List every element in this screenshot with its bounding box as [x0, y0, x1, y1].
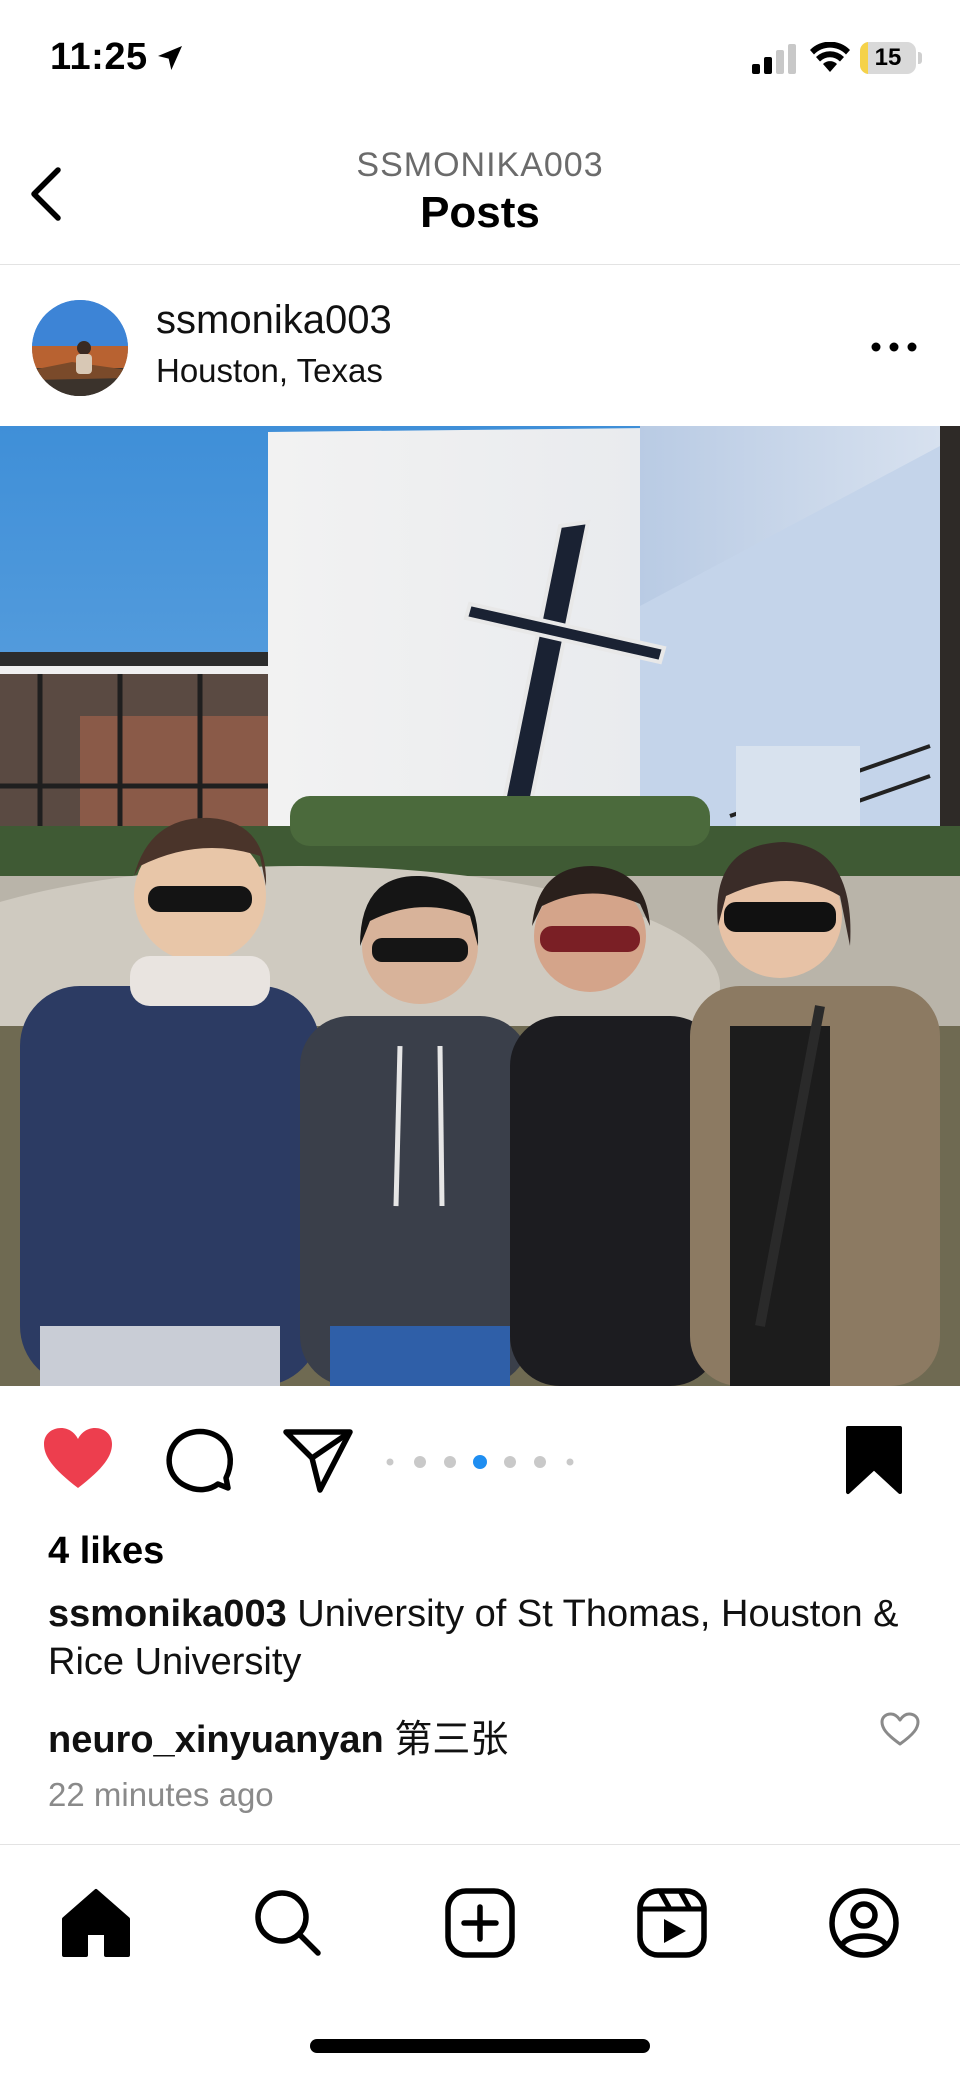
create-post-icon: [445, 1888, 515, 1958]
comment-button[interactable]: [160, 1422, 236, 1498]
reels-icon: [637, 1888, 707, 1958]
carousel-dot-active: [473, 1455, 487, 1469]
post-location[interactable]: Houston, Texas: [156, 352, 383, 390]
post-timestamp: 22 minutes ago: [48, 1776, 274, 1813]
post-username[interactable]: ssmonika003: [156, 298, 392, 343]
carousel-dot: [386, 1458, 394, 1466]
ellipsis-icon: [871, 342, 917, 352]
post-header: ssmonika003 Houston, Texas: [0, 266, 960, 426]
paper-plane-icon: [283, 1429, 353, 1493]
comment-like-button[interactable]: [880, 1712, 920, 1748]
location-arrow-icon: [158, 46, 182, 70]
carousel-dot: [504, 1456, 516, 1468]
profile-icon: [829, 1888, 899, 1958]
save-button[interactable]: [836, 1422, 912, 1498]
carousel-dot: [414, 1456, 426, 1468]
home-icon: [62, 1889, 130, 1957]
bookmark-filled-icon: [846, 1426, 902, 1494]
status-bar: 11:25 15: [0, 0, 960, 118]
account-name: SSMONIKA003: [356, 146, 604, 184]
tab-search[interactable]: [250, 1885, 326, 1961]
carousel-indicator: [386, 1455, 574, 1469]
comment-text: 第三张: [383, 1719, 509, 1761]
cellular-signal-icon: [752, 44, 796, 74]
post-actions: [0, 1386, 960, 1536]
tab-create[interactable]: [442, 1885, 518, 1961]
carousel-dot: [566, 1458, 574, 1466]
tab-home[interactable]: [58, 1885, 134, 1961]
wifi-icon: [810, 42, 850, 72]
likes-count[interactable]: 4 likes: [48, 1530, 164, 1573]
post-caption: ssmonika003 University of St Thomas, Hou…: [48, 1590, 908, 1686]
carousel-dot: [534, 1456, 546, 1468]
comment-username[interactable]: neuro_xinyuanyan: [48, 1719, 384, 1761]
comment-bubble-icon: [166, 1428, 233, 1493]
nav-header: SSMONIKA003 Posts: [0, 118, 960, 265]
tab-bar: [0, 1844, 960, 2079]
share-button[interactable]: [280, 1422, 356, 1498]
avatar[interactable]: [32, 300, 128, 396]
post-photo[interactable]: [0, 426, 960, 1386]
heart-outline-icon: [880, 1712, 920, 1746]
home-indicator[interactable]: [310, 2039, 650, 2053]
tab-reels[interactable]: [634, 1885, 710, 1961]
status-time: 11:25: [50, 36, 148, 78]
search-icon: [255, 1890, 321, 1956]
battery-icon: 15: [860, 42, 922, 74]
post-photo-image: [0, 426, 960, 1386]
battery-level: 15: [874, 44, 902, 71]
more-options-button[interactable]: [864, 332, 924, 362]
comment-row: neuro_xinyuanyan 第三张: [48, 1708, 868, 1763]
heart-filled-icon: [44, 1428, 112, 1488]
caption-username[interactable]: ssmonika003: [48, 1593, 287, 1635]
page-title: Posts: [420, 188, 540, 237]
carousel-dot: [444, 1456, 456, 1468]
avatar-image: [32, 300, 128, 396]
tab-profile[interactable]: [826, 1885, 902, 1961]
like-button[interactable]: [40, 1422, 116, 1498]
